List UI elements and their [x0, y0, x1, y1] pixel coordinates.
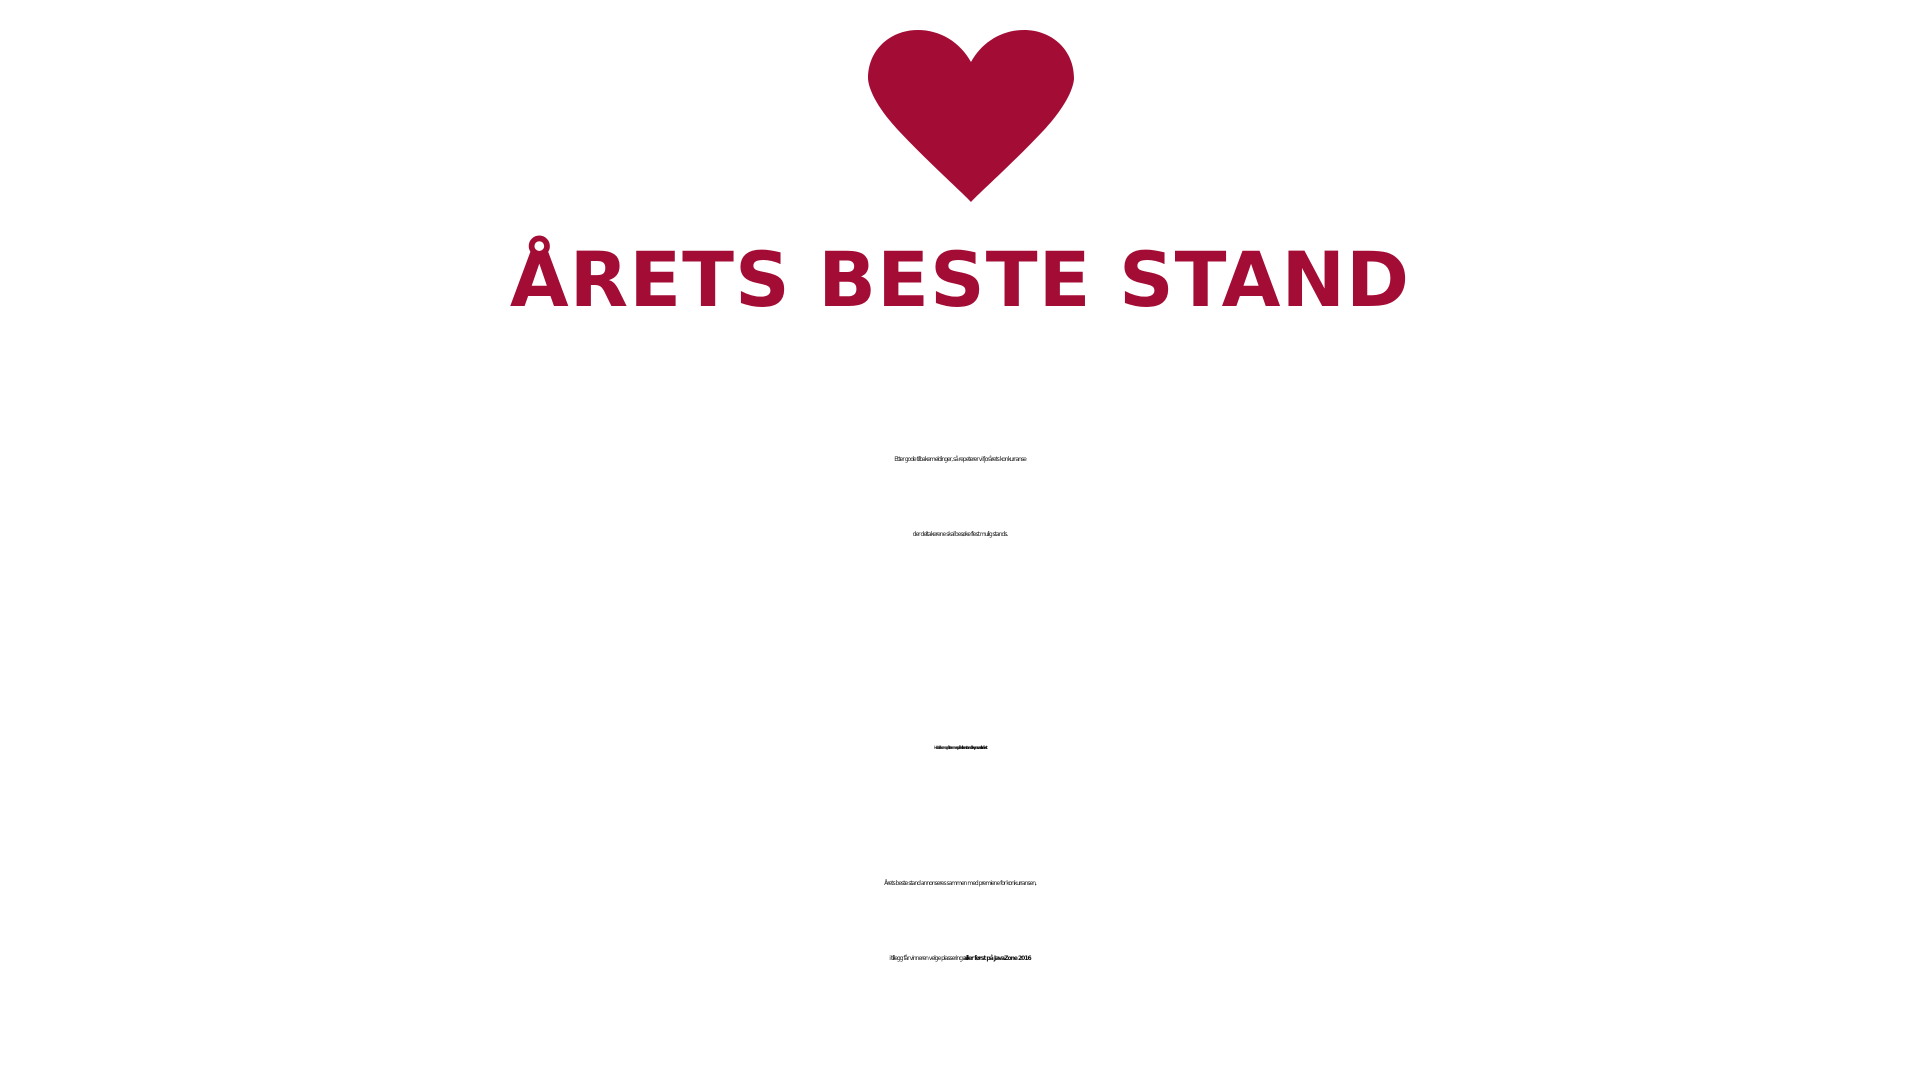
announcement-line-1: Årets beste stand annonseres sammen med … — [884, 880, 1037, 887]
heart-shape — [868, 30, 1074, 202]
slide-title: ÅRETS BESTE STAND — [509, 235, 1411, 324]
slide: ÅRETS BESTE STAND Etter gode tilbakemeld… — [0, 0, 1920, 1080]
announcement-paragraph: Årets beste stand annonseres sammen med … — [0, 846, 1920, 996]
intro-line-1: Etter gode tilbakemeldinger, så repetere… — [894, 456, 1027, 463]
voting-emphasis: stemme på hvilken stand de syns var alle… — [948, 745, 988, 750]
announcement-text: i tillegg får vinneren velge plassering — [889, 955, 963, 962]
intro-paragraph: Etter gode tilbakemeldinger, så repetere… — [0, 422, 1920, 572]
intro-line-2: der deltakerene skal besøke flest mulig … — [912, 531, 1009, 538]
announcement-line-2: i tillegg får vinneren velge plassering … — [0, 921, 1920, 996]
heart-icon — [868, 30, 1074, 202]
voting-paragraph: Her skal deltakerene også stemme på hvil… — [0, 710, 1920, 785]
voting-text: Her skal deltakerene også — [933, 745, 950, 750]
announcement-emphasis: aller først på JavaZone 2016 — [962, 955, 1032, 962]
